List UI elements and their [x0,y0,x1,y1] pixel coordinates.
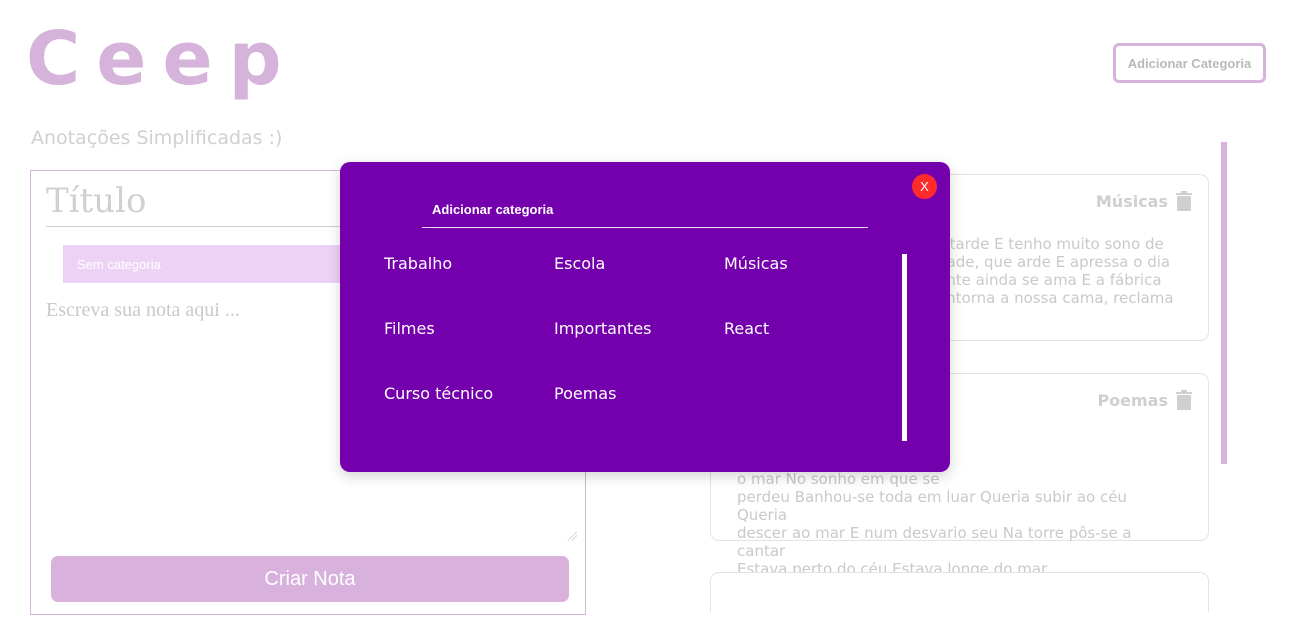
category-item-importantes[interactable]: Importantes [554,319,652,338]
close-button[interactable]: X [912,174,937,199]
app-subtitle: Anotações Simplificadas :) [31,127,283,149]
trash-icon[interactable] [1176,390,1192,410]
resize-handle[interactable] [567,531,577,541]
category-item-curso-tecnico[interactable]: Curso técnico [384,384,493,403]
category-modal: X Adicionar categoria Trabalho Escola Mú… [340,162,950,472]
app-logo: Ceep [26,16,298,102]
create-note-button[interactable]: Criar Nota [51,556,569,602]
category-item-poemas[interactable]: Poemas [554,384,616,403]
category-item-escola[interactable]: Escola [554,254,605,273]
notes-scrollbar-thumb[interactable] [1221,142,1227,464]
category-item-react[interactable]: React [724,319,769,338]
note-text: s tarde E tenho muito sono de dade, que … [937,235,1174,307]
category-item-musicas[interactable]: Músicas [724,254,788,273]
category-item-trabalho[interactable]: Trabalho [384,254,452,273]
category-item-filmes[interactable]: Filmes [384,319,435,338]
note-category-label: Poemas [1097,391,1168,410]
note-card [710,572,1209,612]
category-name-input[interactable]: Adicionar categoria [422,198,868,228]
trash-icon[interactable] [1176,191,1192,211]
modal-scrollbar[interactable] [902,254,907,441]
note-category-label: Músicas [1095,192,1168,211]
add-category-button[interactable]: Adicionar Categoria [1113,43,1266,83]
